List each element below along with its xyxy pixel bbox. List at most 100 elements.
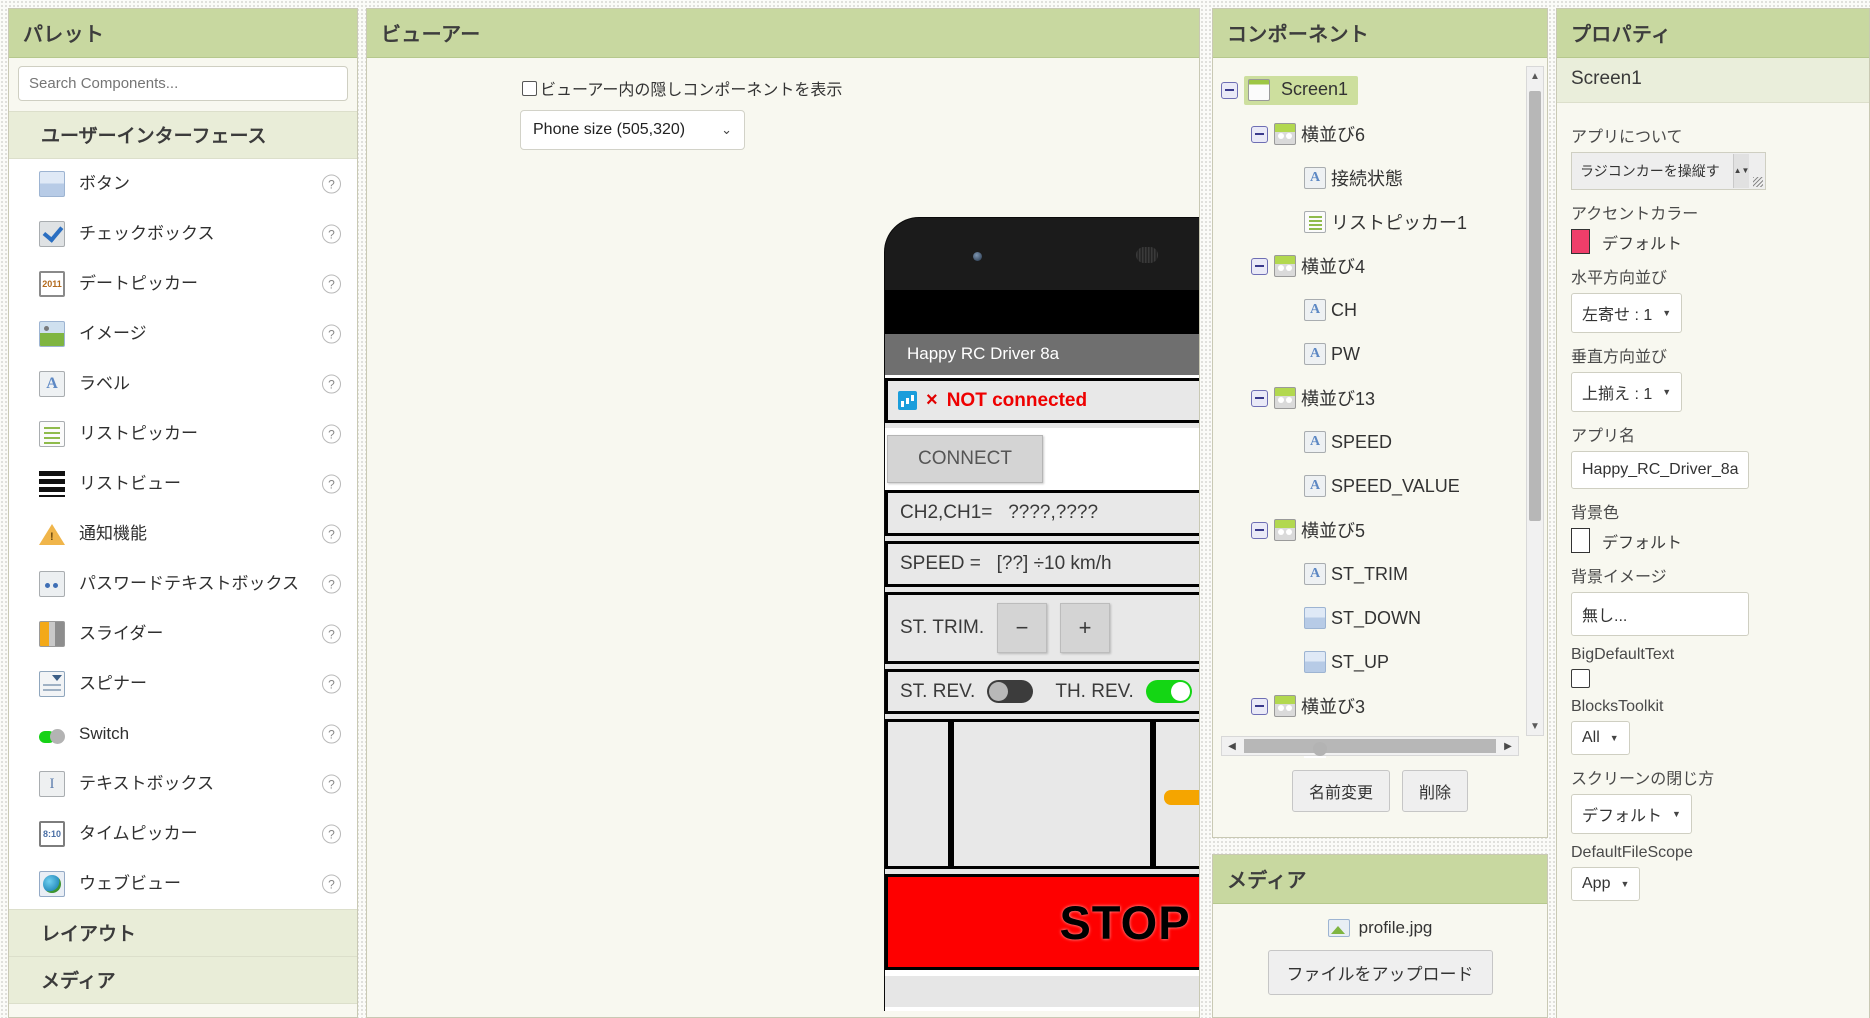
media-file-item[interactable]: profile.jpg <box>1213 918 1547 938</box>
property-input-5[interactable]: Happy_RC_Driver_8a <box>1571 451 1749 489</box>
palette-category-layout[interactable]: レイアウト <box>9 909 357 957</box>
tree-node-content[interactable]: 横並び6 <box>1274 121 1365 147</box>
palette-item-7[interactable]: リストビュー? <box>9 459 357 509</box>
phone-size-select[interactable]: Phone size (505,320) ⌄ <box>520 110 745 150</box>
property-select-11[interactable]: App ▼ <box>1571 867 1641 901</box>
tree-node-content[interactable]: ST_UP <box>1304 651 1389 673</box>
property-textarea-1[interactable]: ラジコンカーを操縦す ▲▼ <box>1571 152 1766 190</box>
tree-node-content[interactable]: 横並び5 <box>1274 517 1365 543</box>
scroll-down-arrow-icon[interactable]: ▼ <box>1527 717 1543 735</box>
help-icon[interactable]: ? <box>322 374 341 394</box>
tree-node-content[interactable]: A SPEED <box>1304 431 1392 453</box>
channel-values-row[interactable]: CH2,CH1= ????,???? <box>885 490 1199 536</box>
tree-node-12[interactable]: A ST_TRIM <box>1213 552 1547 596</box>
help-icon[interactable]: ? <box>322 224 341 244</box>
tree-collapse-toggle-icon[interactable] <box>1251 389 1268 407</box>
tree-vertical-scrollbar[interactable]: ▲ ▼ <box>1526 66 1544 736</box>
tree-horizontal-scrollbar[interactable]: ◀ ▶ <box>1221 736 1519 756</box>
color-swatch[interactable] <box>1571 229 1590 254</box>
palette-item-9[interactable]: パスワードテキストボックス? <box>9 559 357 609</box>
help-icon[interactable]: ? <box>322 274 341 294</box>
tree-node-14[interactable]: ST_UP <box>1213 640 1547 684</box>
scroll-right-arrow-icon[interactable]: ▶ <box>1498 741 1518 752</box>
st-up-button[interactable]: + <box>1060 603 1111 653</box>
tree-node-6[interactable]: A CH <box>1213 288 1547 332</box>
tree-node-5[interactable]: 横並び4 <box>1213 244 1547 288</box>
pad-cell-left[interactable] <box>888 722 948 866</box>
palette-item-2[interactable]: チェックボックス? <box>9 209 357 259</box>
tree-node-2[interactable]: 横並び6 <box>1213 112 1547 156</box>
tree-hscroll-thumb[interactable] <box>1244 739 1496 753</box>
property-color-6[interactable]: デフォルト <box>1571 528 1855 553</box>
help-icon[interactable]: ? <box>322 874 341 894</box>
property-select-4[interactable]: 上揃え : 1 ▼ <box>1571 372 1683 412</box>
palette-item-14[interactable]: 8:10 タイムピッカー? <box>9 809 357 859</box>
tree-node-content[interactable]: リストピッカー1 <box>1304 209 1467 235</box>
palette-item-1[interactable]: ボタン? <box>9 159 357 209</box>
palette-item-11[interactable]: スピナー? <box>9 659 357 709</box>
property-input-7[interactable]: 無し... <box>1571 592 1749 636</box>
resize-grip-icon[interactable] <box>1753 177 1763 187</box>
help-icon[interactable]: ? <box>322 474 341 494</box>
tree-node-content[interactable]: A CH <box>1304 299 1357 321</box>
tree-node-content[interactable]: A PW <box>1304 343 1360 365</box>
tree-node-13[interactable]: ST_DOWN <box>1213 596 1547 640</box>
tree-node-8[interactable]: 横並び13 <box>1213 376 1547 420</box>
palette-item-13[interactable]: I テキストボックス? <box>9 759 357 809</box>
tree-collapse-toggle-icon[interactable] <box>1221 81 1238 99</box>
palette-item-15[interactable]: ウェブビュー? <box>9 859 357 909</box>
tree-node-9[interactable]: A SPEED <box>1213 420 1547 464</box>
tree-node-content[interactable]: ST_DOWN <box>1304 607 1421 629</box>
property-color-2[interactable]: デフォルト <box>1571 229 1855 254</box>
tree-node-content[interactable]: A SPEED_VALUE <box>1304 475 1460 497</box>
tree-node-11[interactable]: 横並び5 <box>1213 508 1547 552</box>
palette-item-10[interactable]: スライダー? <box>9 609 357 659</box>
palette-item-6[interactable]: リストピッカー? <box>9 409 357 459</box>
help-icon[interactable]: ? <box>322 774 341 794</box>
help-icon[interactable]: ? <box>322 824 341 844</box>
help-icon[interactable]: ? <box>322 624 341 644</box>
tree-node-content[interactable]: 横並び3 <box>1274 693 1365 719</box>
rename-button[interactable]: 名前変更 <box>1291 770 1390 812</box>
show-hidden-components-row[interactable]: ビューアー内の隠しコンポーネントを表示 <box>367 58 1199 100</box>
search-input[interactable] <box>18 66 348 101</box>
help-icon[interactable]: ? <box>322 424 341 444</box>
tree-node-3[interactable]: A 接続状態 <box>1213 156 1547 200</box>
tree-collapse-toggle-icon[interactable] <box>1251 257 1268 275</box>
tree-node-content[interactable]: A ST_TRIM <box>1304 563 1408 585</box>
st-down-button[interactable]: − <box>997 603 1048 653</box>
st-rev-switch[interactable] <box>987 680 1034 703</box>
tree-node-content[interactable]: Screen1 <box>1244 75 1359 105</box>
pad-cell-center[interactable] <box>954 722 1150 866</box>
th-rev-switch[interactable] <box>1145 680 1192 703</box>
tree-node-7[interactable]: A PW <box>1213 332 1547 376</box>
property-select-3[interactable]: 左寄せ : 1 ▼ <box>1571 293 1683 333</box>
tree-collapse-toggle-icon[interactable] <box>1251 521 1268 539</box>
speed-row[interactable]: SPEED = [??] ÷10 km/h <box>885 541 1199 587</box>
tree-node-content[interactable]: A 接続状態 <box>1304 165 1403 191</box>
palette-item-4[interactable]: イメージ? <box>9 309 357 359</box>
color-swatch[interactable] <box>1571 528 1590 553</box>
throttle-slider[interactable] <box>1164 790 1199 805</box>
steering-trim-row[interactable]: ST. TRIM. − + <box>885 592 1199 664</box>
help-icon[interactable]: ? <box>322 324 341 344</box>
help-icon[interactable]: ? <box>322 674 341 694</box>
tree-node-15[interactable]: 横並び3 <box>1213 684 1547 728</box>
tree-node-4[interactable]: リストピッカー1 <box>1213 200 1547 244</box>
tree-node-content[interactable]: 横並び4 <box>1274 253 1365 279</box>
palette-item-12[interactable]: Switch? <box>9 709 357 759</box>
tree-node-content[interactable]: 横並び13 <box>1274 385 1375 411</box>
show-hidden-checkbox[interactable] <box>522 80 537 96</box>
throttle-slider-cell[interactable] <box>1156 722 1199 866</box>
palette-item-3[interactable]: 2011 デートピッカー? <box>9 259 357 309</box>
help-icon[interactable]: ? <box>322 574 341 594</box>
tree-collapse-toggle-icon[interactable] <box>1251 125 1268 143</box>
help-icon[interactable]: ? <box>322 524 341 544</box>
tree-vscroll-thumb[interactable] <box>1529 91 1541 521</box>
tree-node-10[interactable]: A SPEED_VALUE <box>1213 464 1547 508</box>
property-select-9[interactable]: All ▼ <box>1571 721 1630 755</box>
stop-button[interactable]: STOP <box>885 874 1199 970</box>
reverse-switch-row[interactable]: ST. REV. TH. REV. <box>885 669 1199 714</box>
palette-item-5[interactable]: A ラベル? <box>9 359 357 409</box>
property-select-10[interactable]: デフォルト ▼ <box>1571 794 1692 834</box>
